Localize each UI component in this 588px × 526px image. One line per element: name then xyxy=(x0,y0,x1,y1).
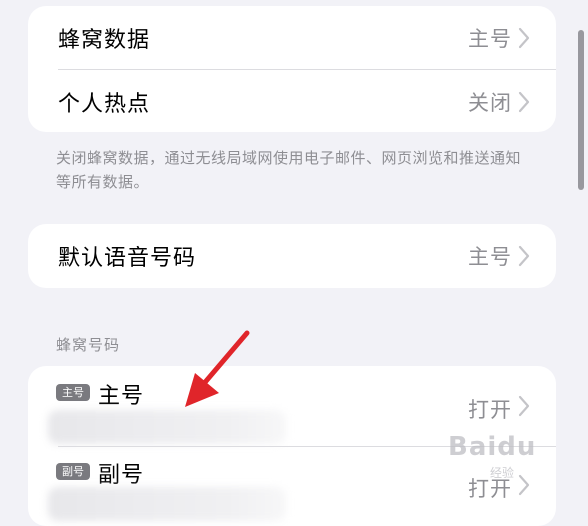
default-voice-number-value: 主号 xyxy=(468,245,512,269)
cellular-data-label: 蜂窝数据 xyxy=(58,28,151,53)
baidu-watermark-sub: 经验 xyxy=(490,466,515,480)
chevron-right-icon xyxy=(518,395,530,417)
blurred-phone-number xyxy=(48,487,286,521)
cellular-settings-group: 蜂窝数据 主号 个人热点 关闭 xyxy=(28,6,556,132)
blurred-phone-number xyxy=(48,410,286,444)
cellular-data-value: 主号 xyxy=(468,27,512,51)
cellular-data-row[interactable]: 蜂窝数据 主号 xyxy=(28,6,556,70)
red-arrow-annotation xyxy=(185,330,250,407)
chevron-right-icon xyxy=(518,474,530,496)
chevron-right-icon xyxy=(518,91,530,113)
chevron-right-icon xyxy=(518,27,530,49)
chevron-right-icon xyxy=(518,245,530,267)
cellular-data-footnote: 关闭蜂窝数据，通过无线局域网使用电子邮件、网页浏览和推送通知等所有数据。 xyxy=(56,149,522,191)
voice-settings-group: 默认语音号码 主号 xyxy=(28,224,556,288)
scrollbar[interactable] xyxy=(578,30,584,190)
personal-hotspot-value: 关闭 xyxy=(468,91,512,115)
secondary-line-label: 副号 xyxy=(98,463,145,488)
cellular-numbers-header: 蜂窝号码 xyxy=(56,336,121,354)
sim-badge-secondary: 副号 xyxy=(56,463,90,480)
primary-line-value: 打开 xyxy=(468,398,512,422)
personal-hotspot-label: 个人热点 xyxy=(58,92,151,117)
default-voice-number-row[interactable]: 默认语音号码 主号 xyxy=(28,224,556,288)
baidu-watermark: Baidu xyxy=(448,432,537,462)
primary-line-label: 主号 xyxy=(98,384,145,409)
sim-badge-primary: 主号 xyxy=(56,384,90,401)
default-voice-number-label: 默认语音号码 xyxy=(58,246,197,271)
personal-hotspot-row[interactable]: 个人热点 关闭 xyxy=(28,70,556,132)
